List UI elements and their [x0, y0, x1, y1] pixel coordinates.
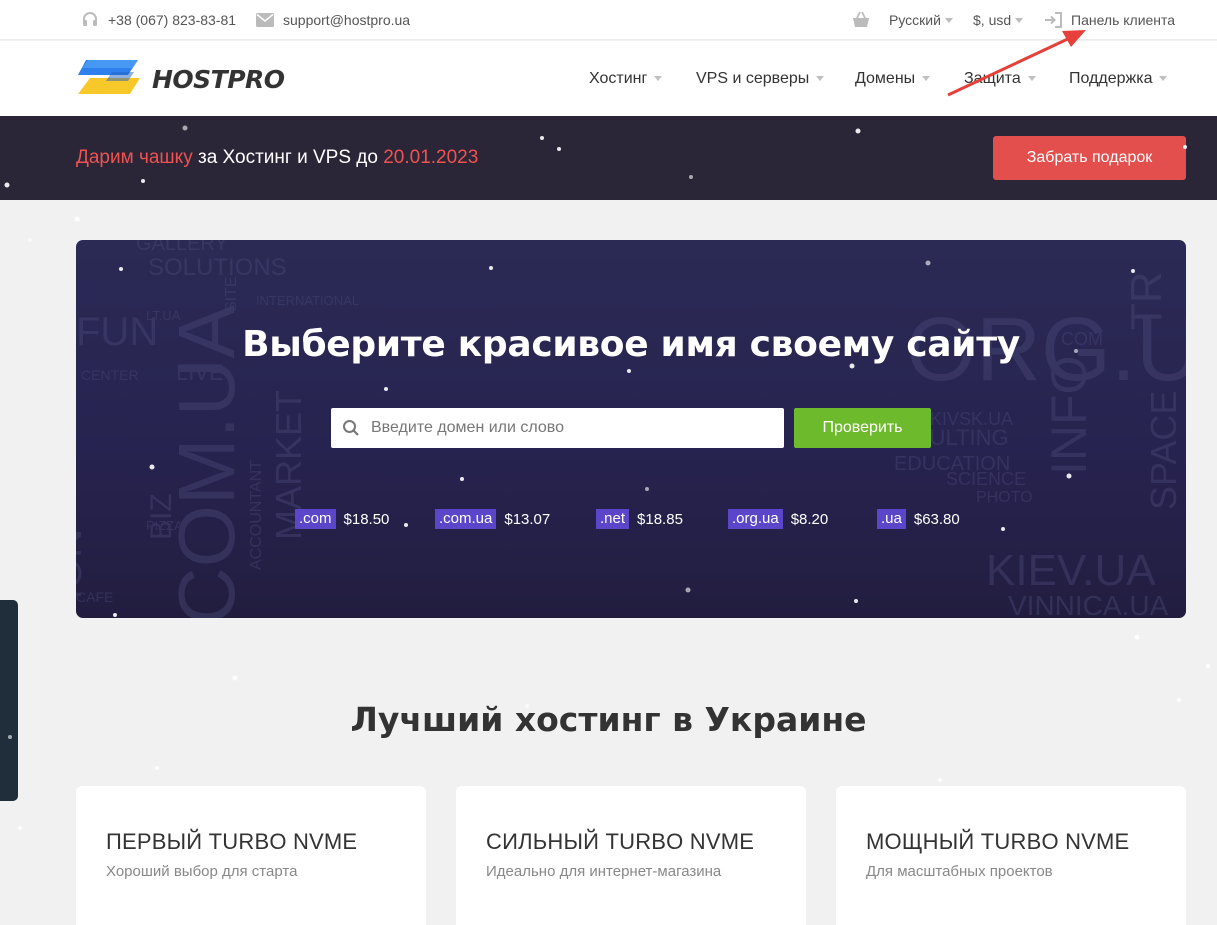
snowflake [18, 826, 22, 830]
background-word: SCIENCE [946, 469, 1026, 489]
price-item[interactable]: .org.ua $8.20 [728, 509, 828, 529]
background-word: KIEV.UA [986, 546, 1156, 595]
domain-search-box[interactable] [331, 408, 784, 448]
background-word: INFO [1041, 356, 1097, 475]
snowflake [155, 766, 159, 770]
chevron-down-icon [1015, 17, 1024, 23]
phone-contact[interactable]: +38 (067) 823-83-81 [80, 0, 236, 40]
snowflake [232, 675, 238, 681]
snowflake [74, 216, 80, 222]
snowflake [1206, 664, 1210, 668]
promo-text: Дарим чашку за Хостинг и VPS до 20.01.20… [76, 147, 478, 169]
plan-card[interactable]: МОЩНЫЙ TURBO NVME Для масштабных проекто… [836, 786, 1186, 925]
background-word: TR [1122, 271, 1171, 330]
logo-text: HOSTPRO [152, 65, 285, 94]
chevron-down-icon [1027, 76, 1036, 81]
snowflake [28, 238, 32, 242]
domain-price-list: .com $18.50 .com.ua $13.07 .net $18.85 .org… [76, 509, 1186, 529]
mail-icon [255, 10, 275, 30]
plan-subtitle: Хороший выбор для старта [106, 863, 298, 880]
zone-badge: .com.ua [435, 509, 497, 529]
plan-subtitle: Для масштабных проектов [866, 863, 1053, 880]
plan-card[interactable]: СИЛЬНЫЙ TURBO NVME Идеально для интернет… [456, 786, 806, 925]
chevron-down-icon [922, 76, 931, 81]
client-panel-link[interactable]: Панель клиента [1043, 0, 1175, 40]
zone-price: $8.20 [790, 510, 829, 528]
nav-security[interactable]: Защита [964, 41, 1036, 116]
chevron-down-icon [944, 17, 953, 23]
price-item[interactable]: .ua $63.80 [877, 509, 960, 529]
plan-card[interactable]: ПЕРВЫЙ TURBO NVME Хороший выбор для стар… [76, 786, 426, 925]
email-contact[interactable]: support@hostpro.ua [255, 0, 410, 40]
hero-title: Выберите красивое имя своему сайту [242, 324, 1020, 365]
section-title: Лучший хостинг в Украине [350, 700, 867, 739]
currency-label: $, usd [973, 12, 1012, 28]
background-word: GALLERY [136, 240, 228, 255]
background-word: SOLUTIONS [148, 254, 287, 281]
promo-highlight: Дарим чашку [76, 147, 193, 168]
nav-label: VPS и серверы [696, 69, 810, 87]
background-word: SPACE [1143, 391, 1184, 510]
zone-price: $18.85 [637, 510, 683, 528]
zone-badge: .net [596, 509, 630, 529]
price-item[interactable]: .net $18.85 [596, 509, 683, 529]
background-word: INTERNATIONAL [256, 293, 359, 308]
price-item[interactable]: .com.ua $13.07 [435, 509, 550, 529]
claim-gift-button[interactable]: Забрать подарок [993, 136, 1186, 180]
cart-button[interactable] [851, 0, 879, 40]
promo-banner: Дарим чашку за Хостинг и VPS до 20.01.20… [0, 116, 1217, 200]
nav-domains[interactable]: Домены [855, 41, 931, 116]
check-domain-button[interactable]: Проверить [794, 408, 931, 448]
nav-label: Домены [855, 69, 916, 87]
logo[interactable]: HOSTPRO [76, 58, 285, 100]
search-icon [331, 408, 371, 448]
zone-price: $18.50 [343, 510, 390, 528]
language-select[interactable]: Русский [889, 0, 953, 40]
promo-date: 20.01.2023 [383, 147, 479, 168]
logo-host: HOST [152, 64, 228, 94]
zone-price: $13.07 [504, 510, 551, 528]
zone-badge: .com [295, 509, 336, 529]
nav-vps[interactable]: VPS и серверы [696, 41, 825, 116]
login-icon [1043, 10, 1063, 30]
price-item[interactable]: .com $18.50 [295, 509, 389, 529]
domain-search-hero: GALLERY SOLUTIONS INTERNATIONAL FUN LT.UA SIT… [76, 240, 1186, 618]
domain-search-input[interactable] [371, 419, 771, 437]
nav-label: Поддержка [1069, 69, 1153, 87]
email-address: support@hostpro.ua [283, 12, 411, 28]
headset-icon [80, 10, 100, 30]
background-word: VINNICA.UA [1008, 590, 1169, 618]
client-panel-label: Панель клиента [1071, 12, 1176, 28]
basket-icon [851, 10, 871, 30]
chevron-down-icon [816, 76, 825, 81]
zone-badge: .ua [877, 509, 906, 529]
top-bar: +38 (067) 823-83-81 support@hostpro.ua Р… [0, 0, 1217, 40]
nav-hosting[interactable]: Хостинг [589, 41, 663, 116]
snowflake [938, 778, 942, 782]
chevron-down-icon [1159, 76, 1168, 81]
zone-price: $63.80 [913, 510, 960, 528]
nav-support[interactable]: Поддержка [1069, 41, 1168, 116]
plan-title: МОЩНЫЙ TURBO NVME [866, 829, 1130, 854]
language-label: Русский [889, 12, 941, 28]
main-header: HOSTPRO Хостинг VPS и серверы Домены Защ… [0, 41, 1217, 116]
background-word: CENTER [81, 367, 139, 383]
background-word: PHOTO [976, 489, 1033, 506]
nav-label: Хостинг [589, 69, 648, 87]
plan-title: ПЕРВЫЙ TURBO NVME [106, 829, 358, 854]
plan-subtitle: Идеально для интернет-магазина [486, 863, 722, 880]
phone-number: +38 (067) 823-83-81 [108, 12, 237, 28]
promo-middle: за Хостинг и VPS до [192, 147, 384, 168]
currency-select[interactable]: $, usd [973, 0, 1024, 40]
snowflake [1134, 634, 1140, 640]
plan-title: СИЛЬНЫЙ TURBO NVME [486, 829, 755, 854]
chevron-down-icon [654, 76, 663, 81]
logo-pro: PRO [227, 64, 285, 94]
background-word: CAFE [76, 589, 113, 605]
logo-icon [76, 56, 144, 103]
zone-badge: .org.ua [728, 509, 783, 529]
nav-label: Защита [964, 69, 1021, 87]
